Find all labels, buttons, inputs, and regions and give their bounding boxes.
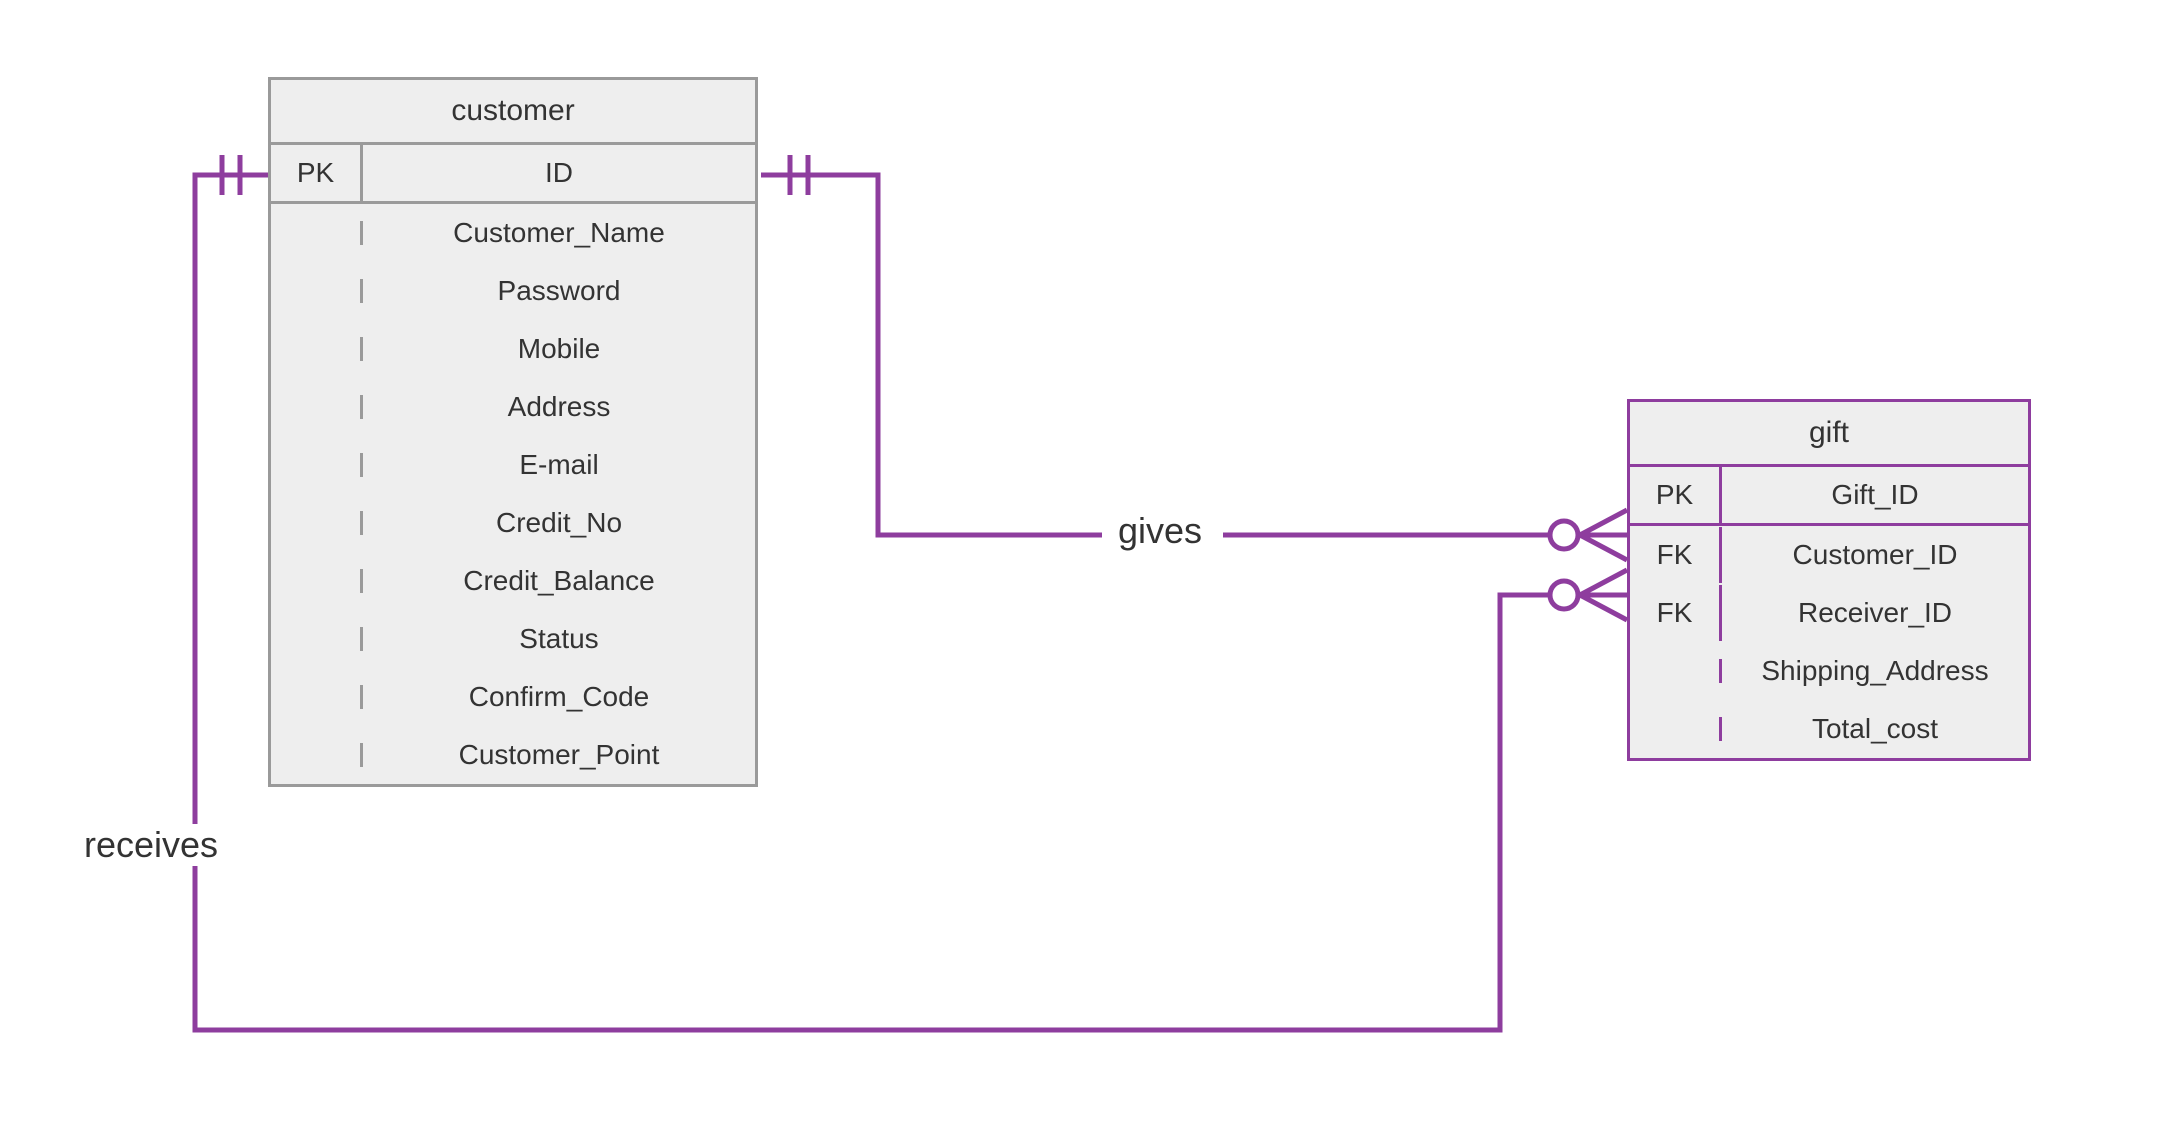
attr-cell: Credit_Balance bbox=[363, 553, 755, 609]
key-cell bbox=[1630, 659, 1722, 683]
entity-row: PKID bbox=[271, 145, 755, 204]
entity-customer-body: PKID Customer_Name Password Mobile Addre… bbox=[271, 145, 755, 784]
key-cell: PK bbox=[1630, 467, 1722, 526]
entity-row: Address bbox=[271, 378, 755, 436]
key-cell bbox=[271, 627, 363, 651]
entity-row: Mobile bbox=[271, 320, 755, 378]
key-cell bbox=[271, 221, 363, 245]
key-cell bbox=[271, 395, 363, 419]
attr-cell: Address bbox=[363, 379, 755, 435]
attr-cell: Customer_ID bbox=[1722, 527, 2028, 583]
entity-row: Customer_Name bbox=[271, 204, 755, 262]
attr-cell: Customer_Point bbox=[363, 727, 755, 783]
key-cell: FK bbox=[1630, 585, 1722, 641]
key-cell bbox=[271, 569, 363, 593]
attr-cell: ID bbox=[363, 145, 755, 204]
entity-row: PKGift_ID bbox=[1630, 467, 2028, 526]
attr-cell: E-mail bbox=[363, 437, 755, 493]
entity-gift-title: gift bbox=[1630, 402, 2028, 467]
entity-row: Confirm_Code bbox=[271, 668, 755, 726]
entity-row: Password bbox=[271, 262, 755, 320]
attr-cell: Password bbox=[363, 263, 755, 319]
attr-cell: Gift_ID bbox=[1722, 467, 2028, 526]
entity-row: FKReceiver_ID bbox=[1630, 584, 2028, 642]
key-cell bbox=[271, 453, 363, 477]
key-cell: FK bbox=[1630, 527, 1722, 583]
key-cell bbox=[271, 511, 363, 535]
entity-gift-body: PKGift_ID FKCustomer_ID FKReceiver_ID Sh… bbox=[1630, 467, 2028, 758]
entity-customer: customer PKID Customer_Name Password Mob… bbox=[268, 77, 758, 787]
entity-row: Credit_Balance bbox=[271, 552, 755, 610]
attr-cell: Confirm_Code bbox=[363, 669, 755, 725]
entity-row: Shipping_Address bbox=[1630, 642, 2028, 700]
entity-row: Customer_Point bbox=[271, 726, 755, 784]
entity-row: FKCustomer_ID bbox=[1630, 526, 2028, 584]
attr-cell: Shipping_Address bbox=[1722, 643, 2028, 699]
attr-cell: Mobile bbox=[363, 321, 755, 377]
attr-cell: Customer_Name bbox=[363, 205, 755, 261]
attr-cell: Credit_No bbox=[363, 495, 755, 551]
key-cell bbox=[271, 337, 363, 361]
key-cell bbox=[271, 279, 363, 303]
key-cell: PK bbox=[271, 145, 363, 204]
attr-cell: Status bbox=[363, 611, 755, 667]
key-cell bbox=[271, 685, 363, 709]
entity-row: Total_cost bbox=[1630, 700, 2028, 758]
attr-cell: Total_cost bbox=[1722, 701, 2028, 757]
entity-customer-title: customer bbox=[271, 80, 755, 145]
key-cell bbox=[271, 743, 363, 767]
entity-gift: gift PKGift_ID FKCustomer_ID FKReceiver_… bbox=[1627, 399, 2031, 761]
entity-row: E-mail bbox=[271, 436, 755, 494]
attr-cell: Receiver_ID bbox=[1722, 585, 2028, 641]
relationship-gives-label: gives bbox=[1112, 510, 1208, 552]
relationship-receives-label: receives bbox=[78, 824, 224, 866]
key-cell bbox=[1630, 717, 1722, 741]
entity-row: Status bbox=[271, 610, 755, 668]
entity-row: Credit_No bbox=[271, 494, 755, 552]
